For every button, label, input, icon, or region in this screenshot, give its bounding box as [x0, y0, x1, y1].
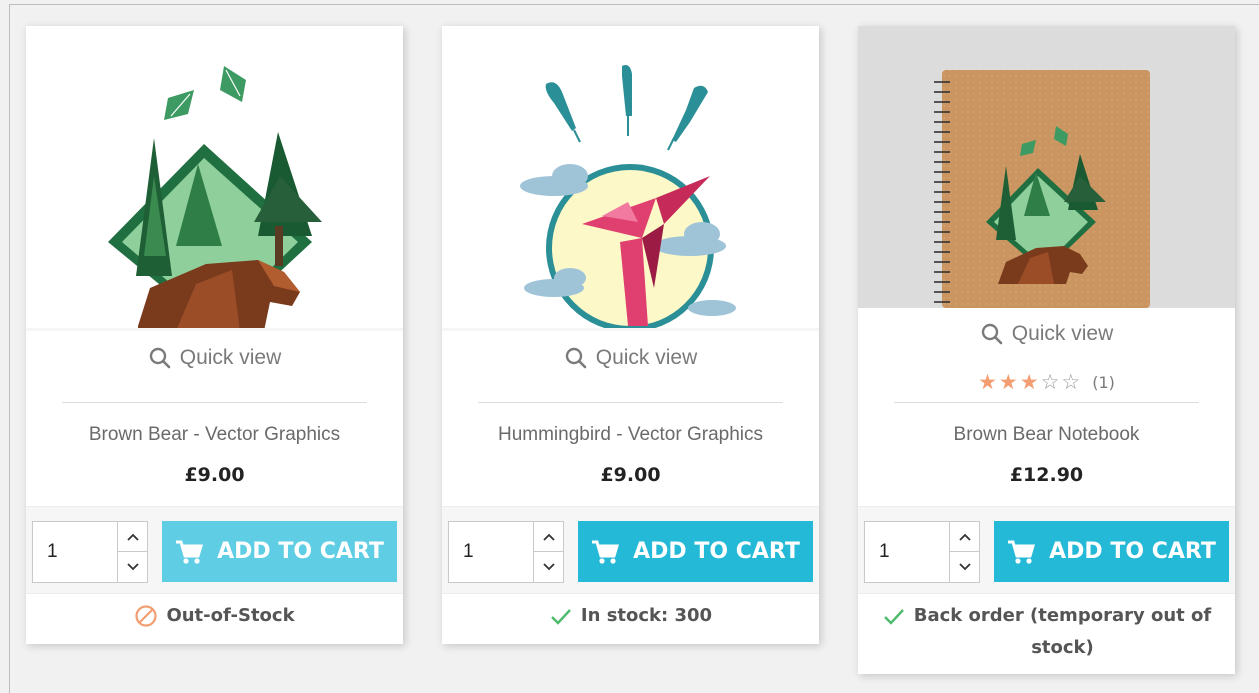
stock-status: In stock: 300: [442, 600, 819, 632]
star-full-icon: ★: [978, 370, 997, 394]
divider: [478, 402, 783, 403]
product-rating[interactable]: ★ ★ ★ ☆ ☆ (1): [858, 372, 1235, 393]
chevron-down-icon[interactable]: [950, 552, 980, 582]
add-to-cart-button[interactable]: ADD TO CART: [162, 521, 397, 582]
divider: [894, 402, 1199, 403]
add-to-cart-form: ADD TO CART: [442, 506, 819, 594]
stock-label: Out-of-Stock: [166, 605, 295, 626]
product-image[interactable]: [26, 26, 403, 331]
product-image[interactable]: [858, 26, 1235, 308]
quick-view-link[interactable]: Quick view: [858, 322, 1235, 346]
quantity-stepper: [32, 521, 148, 583]
stock-status: Out-of-Stock: [26, 600, 403, 632]
stock-label-line-1: Back order (temporary out of: [913, 605, 1212, 626]
add-to-cart-label: ADD TO CART: [633, 539, 800, 564]
hummingbird-illustration: [442, 26, 819, 331]
chevron-up-icon[interactable]: [534, 522, 564, 552]
quick-view-link[interactable]: Quick view: [442, 346, 819, 370]
product-image[interactable]: [442, 26, 819, 331]
shopping-cart-icon: [1008, 540, 1036, 564]
product-name[interactable]: Brown Bear Notebook: [858, 424, 1235, 446]
chevron-down-icon[interactable]: [534, 552, 564, 582]
shopping-cart-icon: [176, 540, 204, 564]
shopping-cart-icon: [592, 540, 620, 564]
product-price: £12.90: [1009, 464, 1084, 486]
quick-view-link[interactable]: Quick view: [26, 346, 403, 370]
star-full-icon: ★: [1019, 370, 1039, 394]
search-icon: [149, 347, 171, 369]
quick-view-label: Quick view: [595, 346, 698, 369]
search-icon: [565, 347, 587, 369]
star-empty-icon: ☆: [1040, 370, 1060, 394]
ban-icon: [135, 605, 158, 627]
quick-view-label: Quick view: [179, 346, 282, 369]
quantity-input[interactable]: [865, 522, 949, 582]
product-price: £9.00: [600, 464, 661, 486]
chevron-up-icon[interactable]: [118, 522, 148, 552]
quantity-input[interactable]: [33, 522, 117, 582]
brown-bear-illustration: [26, 26, 403, 331]
quantity-stepper: [864, 521, 980, 583]
chevron-down-icon[interactable]: [118, 552, 148, 582]
star-full-icon: ★: [998, 370, 1018, 394]
stock-label: Back order (temporary out of stock): [914, 600, 1211, 664]
product-name[interactable]: Hummingbird - Vector Graphics: [442, 424, 819, 446]
stock-label-line-2: stock): [1031, 637, 1094, 658]
stock-label: In stock: 300: [580, 605, 713, 626]
product-card-brown-bear-vector: Quick view Brown Bear - Vector Graphics …: [26, 26, 403, 644]
product-price: £9.00: [184, 464, 245, 486]
quantity-buttons: [117, 522, 148, 582]
quantity-buttons: [533, 522, 564, 582]
add-to-cart-form: ADD TO CART: [26, 506, 403, 594]
rating-count: (1): [1092, 373, 1115, 392]
star-empty-icon: ☆: [1061, 370, 1081, 394]
product-name[interactable]: Brown Bear - Vector Graphics: [26, 424, 403, 446]
product-card-hummingbird-vector: Quick view Hummingbird - Vector Graphics…: [442, 26, 819, 644]
add-to-cart-button[interactable]: ADD TO CART: [994, 521, 1229, 582]
quantity-buttons: [949, 522, 980, 582]
check-icon: [883, 609, 904, 625]
add-to-cart-label: ADD TO CART: [217, 539, 384, 564]
product-card-brown-bear-notebook: Quick view ★ ★ ★ ☆ ☆ (1) Brown Bear Note…: [858, 26, 1235, 674]
add-to-cart-button[interactable]: ADD TO CART: [578, 521, 813, 582]
quick-view-label: Quick view: [1011, 322, 1114, 345]
add-to-cart-label: ADD TO CART: [1049, 539, 1216, 564]
quantity-stepper: [448, 521, 564, 583]
check-icon: [551, 609, 571, 625]
add-to-cart-form: ADD TO CART: [858, 506, 1235, 594]
divider: [62, 402, 367, 403]
notebook-illustration: [858, 26, 1235, 308]
chevron-up-icon[interactable]: [950, 522, 980, 552]
stock-status: Back order (temporary out of stock): [858, 600, 1235, 664]
quantity-input[interactable]: [449, 522, 533, 582]
search-icon: [981, 323, 1003, 345]
